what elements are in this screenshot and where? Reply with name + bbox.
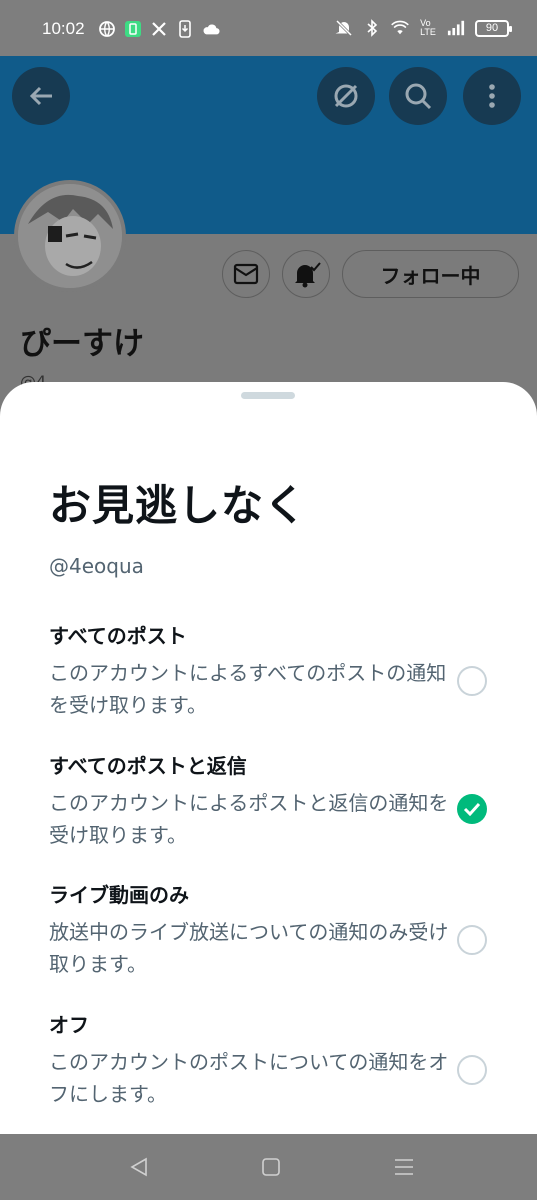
battery-indicator: 90: [475, 19, 512, 37]
download-icon: [176, 20, 194, 38]
notification-settings-sheet: お見逃しなく @4eoqua すべてのポスト このアカウントによるすべてのポスト…: [0, 382, 537, 1134]
app-icon: [124, 20, 142, 38]
option-live-video-only[interactable]: ライブ動画のみ 放送中のライブ放送についての通知のみ受け取ります。: [49, 879, 499, 980]
grok-icon: [334, 84, 358, 108]
envelope-icon: [233, 263, 259, 285]
avatar-image: [18, 184, 122, 288]
more-button[interactable]: [463, 67, 521, 125]
option-description: 放送中のライブ放送についての通知のみ受け取ります。: [49, 920, 449, 976]
profile-name: ぴーすけ: [20, 326, 144, 362]
following-button[interactable]: フォロー中: [342, 250, 519, 298]
option-title: すべてのポスト: [49, 624, 187, 648]
sheet-title: お見逃しなく: [49, 481, 308, 530]
radio-live-video-only[interactable]: [457, 925, 487, 955]
option-description: このアカウントによるすべてのポストの通知を受け取ります。: [49, 661, 447, 717]
search-button[interactable]: [389, 67, 447, 125]
bluetooth-icon: [363, 19, 381, 37]
option-all-posts[interactable]: すべてのポスト このアカウントによるすべてのポストの通知を受け取ります。: [49, 620, 499, 721]
signal-icon: [447, 19, 465, 37]
back-arrow-icon: [29, 86, 52, 106]
message-button[interactable]: [222, 250, 270, 298]
globe-icon: [98, 20, 116, 38]
grok-button[interactable]: [317, 67, 375, 125]
radio-posts-and-replies[interactable]: [457, 794, 487, 824]
avatar[interactable]: [14, 180, 126, 292]
option-description: このアカウントのポストについての通知をオフにします。: [49, 1050, 449, 1106]
x-icon: [150, 20, 168, 38]
option-title: すべてのポストと返信: [49, 754, 247, 778]
back-nav-icon[interactable]: [126, 1154, 152, 1180]
option-title: ライブ動画のみ: [49, 883, 189, 907]
radio-off[interactable]: [457, 1055, 487, 1085]
mute-icon: [335, 19, 353, 37]
system-nav-bar: [0, 1134, 537, 1200]
back-button[interactable]: [12, 67, 70, 125]
search-icon: [405, 83, 432, 110]
volte-icon: Vo LTE: [420, 18, 436, 37]
sheet-handle: @4eoqua: [49, 554, 144, 578]
option-off[interactable]: オフ このアカウントのポストについての通知をオフにします。: [49, 1009, 499, 1110]
home-nav-icon[interactable]: [258, 1154, 284, 1180]
checkmark-icon: [463, 802, 481, 816]
sheet-grabber[interactable]: [241, 392, 295, 399]
notification-bell-button[interactable]: [282, 250, 330, 298]
bell-check-icon: [295, 262, 321, 288]
option-description: このアカウントによるポストと返信の通知を受け取ります。: [49, 791, 449, 847]
option-posts-and-replies[interactable]: すべてのポストと返信 このアカウントによるポストと返信の通知を受け取ります。: [49, 750, 499, 851]
radio-all-posts[interactable]: [457, 666, 487, 696]
status-bar: 10:02 Vo LTE 90: [0, 0, 537, 56]
wifi-icon: [391, 19, 409, 37]
cloud-icon: [202, 20, 220, 38]
recents-nav-icon[interactable]: [391, 1154, 417, 1180]
status-time: 10:02: [42, 19, 85, 38]
option-title: オフ: [49, 1013, 89, 1037]
more-vert-icon: [489, 84, 495, 108]
